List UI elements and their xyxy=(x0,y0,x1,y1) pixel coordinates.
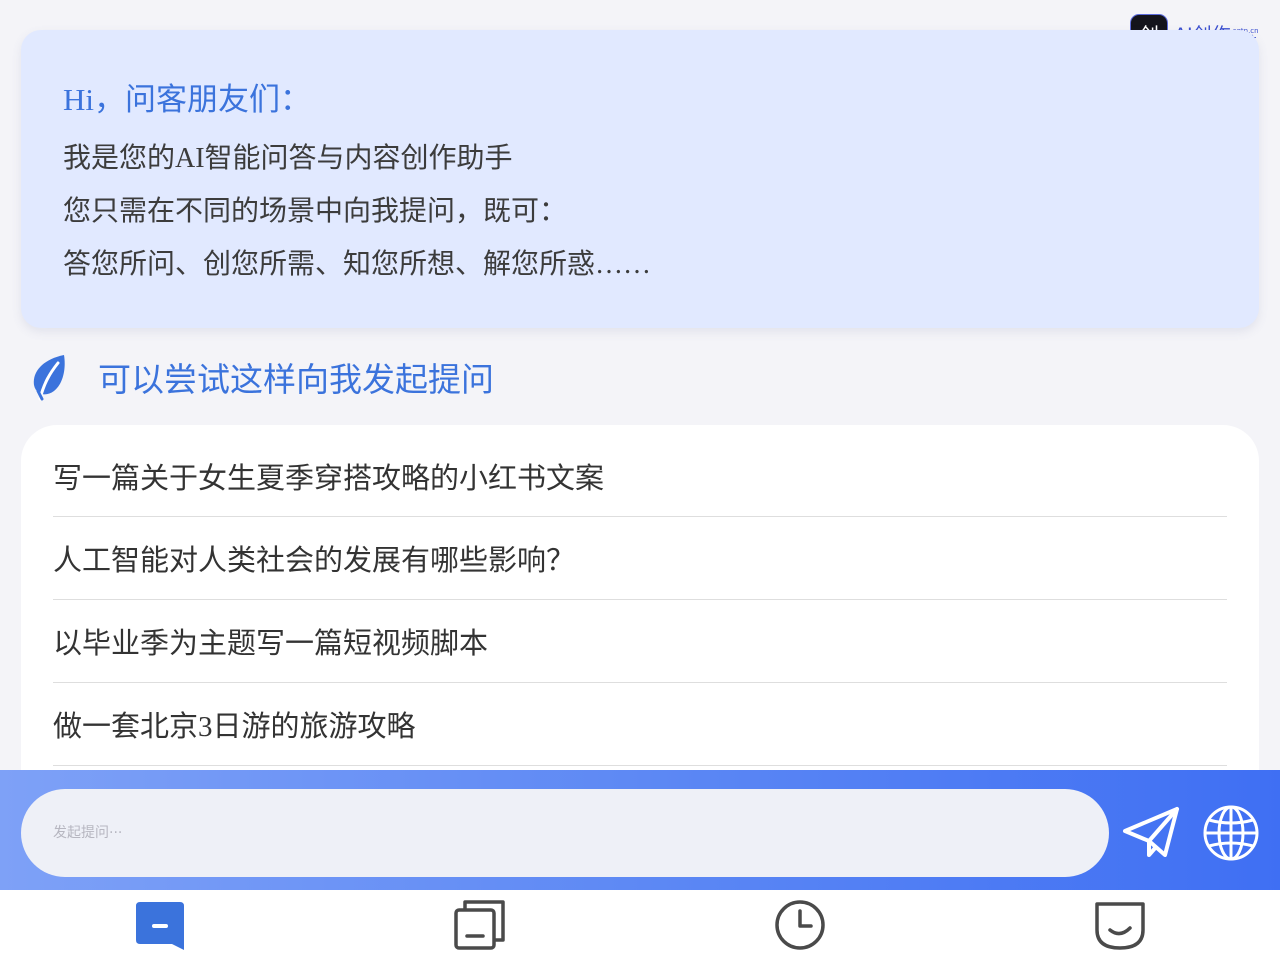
suggestion-item[interactable]: 以毕业季为主题写一篇短视频脚本 xyxy=(53,600,1227,683)
suggestion-item[interactable]: 写一篇关于女生夏季穿搭攻略的小红书文案 xyxy=(53,435,1227,517)
tab-chat[interactable] xyxy=(0,890,320,960)
leaf-icon xyxy=(33,355,65,401)
tab-profile[interactable] xyxy=(960,890,1280,960)
welcome-line-1: 我是您的AI智能问答与内容创作助手 xyxy=(63,143,513,174)
globe-icon[interactable] xyxy=(1202,804,1260,862)
chat-icon xyxy=(136,902,184,950)
input-bar xyxy=(0,770,1280,890)
cards-icon xyxy=(454,900,505,950)
bottom-tab-bar xyxy=(0,890,1280,960)
question-input[interactable] xyxy=(21,789,1109,877)
smile-icon xyxy=(1095,902,1145,950)
suggestions-title: 可以尝试这样向我发起提问 xyxy=(98,363,494,399)
suggestions-header: 可以尝试这样向我发起提问 xyxy=(30,352,494,402)
welcome-card: Hi，问客朋友们： 我是您的AI智能问答与内容创作助手 您只需在不同的场景中向我… xyxy=(21,30,1259,328)
welcome-line-3: 答您所问、创您所需、知您所想、解您所惑…… xyxy=(63,249,652,280)
send-icon[interactable] xyxy=(1121,805,1181,861)
tab-history[interactable] xyxy=(640,890,960,960)
suggestion-item[interactable]: 做一套北京3日游的旅游攻略 xyxy=(53,683,1227,766)
clock-icon xyxy=(775,900,825,950)
welcome-line-2: 您只需在不同的场景中向我提问，既可： xyxy=(63,196,568,227)
welcome-greeting: Hi，问客朋友们： xyxy=(63,82,311,117)
suggestion-item[interactable]: 人工智能对人类社会的发展有哪些影响？ xyxy=(53,517,1227,600)
tab-templates[interactable] xyxy=(320,890,640,960)
